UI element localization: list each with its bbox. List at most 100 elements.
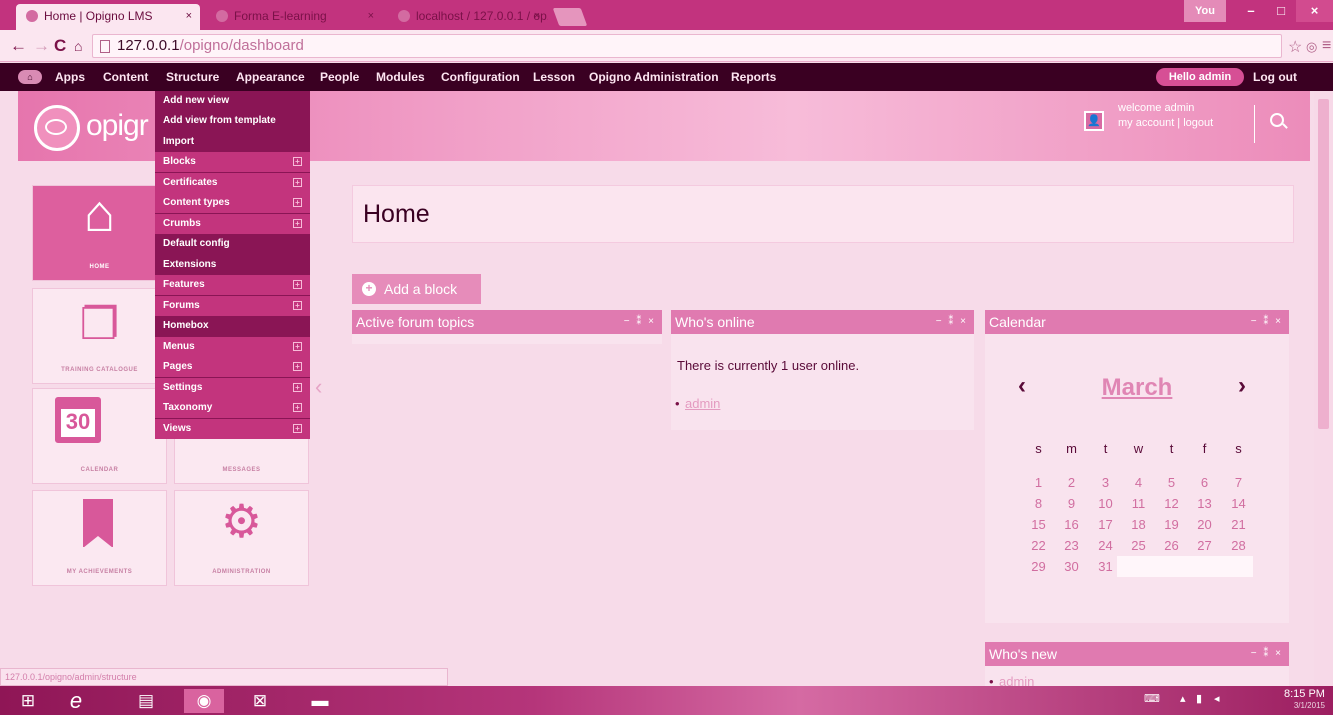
- expand-icon[interactable]: +: [293, 424, 302, 433]
- calendar-day[interactable]: 24: [1094, 535, 1117, 556]
- tile-administration[interactable]: ⚙ ADMINISTRATION: [174, 490, 309, 586]
- menu-item-blocks[interactable]: Blocks +: [155, 152, 310, 172]
- calendar-day[interactable]: 20: [1193, 514, 1216, 535]
- volume-icon[interactable]: ◂: [1214, 692, 1220, 705]
- calendar-day[interactable]: 14: [1227, 493, 1250, 514]
- scrollbar-thumb[interactable]: [1318, 99, 1329, 429]
- calendar-day[interactable]: 22: [1027, 535, 1050, 556]
- file-explorer-icon[interactable]: ▤: [126, 689, 166, 713]
- menu-item-import[interactable]: Import: [155, 132, 310, 152]
- calendar-day[interactable]: 5: [1160, 472, 1183, 493]
- menu-item-forums[interactable]: Forums +: [155, 296, 310, 316]
- bookmark-star-icon[interactable]: ☆: [1288, 37, 1302, 57]
- forward-icon[interactable]: →: [33, 36, 50, 56]
- close-window-icon[interactable]: ×: [1296, 0, 1333, 22]
- tab-forma[interactable]: Forma E-learning ×: [206, 4, 382, 30]
- tile-calendar[interactable]: 30 CALENDAR: [32, 388, 167, 484]
- calendar-day[interactable]: 21: [1227, 514, 1250, 535]
- close-tab-icon[interactable]: ×: [368, 4, 374, 28]
- logo-text[interactable]: opigr: [86, 109, 149, 143]
- calendar-day[interactable]: 29: [1027, 556, 1050, 577]
- calendar-day[interactable]: 2: [1060, 472, 1083, 493]
- expand-icon[interactable]: +: [293, 280, 302, 289]
- expand-icon[interactable]: +: [293, 178, 302, 187]
- tab-opigno[interactable]: Home | Opigno LMS ×: [16, 4, 200, 30]
- calendar-day[interactable]: 26: [1160, 535, 1183, 556]
- block-controls[interactable]: − ⁑ ×: [624, 310, 656, 334]
- page-scrollbar[interactable]: [1314, 91, 1333, 686]
- search-icon[interactable]: [1270, 113, 1284, 127]
- user-avatar-icon[interactable]: 👤: [1084, 111, 1104, 131]
- xampp-icon[interactable]: ⊠: [240, 689, 280, 713]
- calendar-day[interactable]: 13: [1193, 493, 1216, 514]
- calendar-day[interactable]: 1: [1027, 472, 1050, 493]
- menu-item-taxonomy[interactable]: Taxonomy +: [155, 398, 310, 418]
- calendar-day[interactable]: 25: [1127, 535, 1150, 556]
- reload-icon[interactable]: C: [54, 36, 66, 56]
- calendar-day[interactable]: 4: [1127, 472, 1150, 493]
- expand-icon[interactable]: +: [293, 301, 302, 310]
- calendar-day[interactable]: 10: [1094, 493, 1117, 514]
- menu-item-add-new-view[interactable]: Add new view: [155, 91, 310, 111]
- menu-item-certificates[interactable]: Certificates +: [155, 173, 310, 193]
- toolbar-people[interactable]: People: [320, 63, 359, 91]
- menu-item-pages[interactable]: Pages +: [155, 357, 310, 377]
- block-header[interactable]: Calendar − ⁑ ×: [985, 310, 1289, 334]
- expand-icon[interactable]: +: [293, 198, 302, 207]
- home-icon[interactable]: ⌂: [74, 36, 82, 56]
- menu-icon[interactable]: ≡: [1322, 37, 1331, 55]
- collapse-sidebar-icon[interactable]: ‹: [315, 374, 322, 400]
- calendar-day[interactable]: 16: [1060, 514, 1083, 535]
- network-icon[interactable]: ▮: [1196, 692, 1202, 705]
- back-icon[interactable]: ←: [10, 36, 27, 56]
- menu-item-menus[interactable]: Menus +: [155, 337, 310, 357]
- toolbar-modules[interactable]: Modules: [376, 63, 425, 91]
- toolbar-home-icon[interactable]: ⌂: [18, 70, 42, 84]
- expand-icon[interactable]: +: [293, 403, 302, 412]
- calendar-day[interactable]: 30: [1060, 556, 1083, 577]
- account-links[interactable]: my account | logout: [1118, 116, 1213, 131]
- menu-item-add-view-from-template[interactable]: Add view from template: [155, 111, 310, 131]
- hello-user-badge[interactable]: Hello admin: [1156, 68, 1244, 86]
- tile-home[interactable]: ⌂ HOME: [32, 185, 167, 281]
- system-clock[interactable]: 8:15 PM 3/1/2015: [1284, 688, 1325, 712]
- internet-explorer-icon[interactable]: e: [56, 689, 96, 713]
- block-header[interactable]: Active forum topics − ⁑ ×: [352, 310, 662, 334]
- tile-my-achievements[interactable]: MY ACHIEVEMENTS: [32, 490, 167, 586]
- block-controls[interactable]: − ⁑ ×: [1251, 310, 1283, 334]
- calendar-day[interactable]: 18: [1127, 514, 1150, 535]
- calendar-day[interactable]: 11: [1127, 493, 1150, 514]
- close-tab-icon[interactable]: ×: [534, 4, 540, 28]
- calendar-day[interactable]: 27: [1193, 535, 1216, 556]
- menu-item-content-types[interactable]: Content types +: [155, 193, 310, 213]
- expand-icon[interactable]: +: [293, 219, 302, 228]
- new-user-link[interactable]: admin: [989, 674, 1035, 686]
- url-field[interactable]: 127.0.0.1/opigno/dashboard: [92, 34, 1282, 58]
- close-tab-icon[interactable]: ×: [186, 4, 192, 28]
- toolbar-content[interactable]: Content: [103, 63, 148, 91]
- toolbar-structure[interactable]: Structure: [166, 63, 219, 91]
- block-header[interactable]: Who's new − ⁑ ×: [985, 642, 1289, 666]
- toolbar-reports[interactable]: Reports: [731, 63, 776, 91]
- menu-item-homebox[interactable]: Homebox: [155, 316, 310, 336]
- menu-item-default-config[interactable]: Default config: [155, 234, 310, 254]
- calendar-day[interactable]: 3: [1094, 472, 1117, 493]
- menu-item-views[interactable]: Views +: [155, 419, 310, 439]
- expand-icon[interactable]: +: [293, 362, 302, 371]
- calendar-prev-icon[interactable]: ‹: [1018, 372, 1026, 400]
- calendar-day[interactable]: 8: [1027, 493, 1050, 514]
- toolbar-lesson[interactable]: Lesson: [533, 63, 575, 91]
- tab-localhost[interactable]: localhost / 127.0.0.1 / op... ×: [388, 4, 548, 30]
- online-user-link[interactable]: admin: [675, 396, 721, 411]
- block-controls[interactable]: − ⁑ ×: [1251, 642, 1283, 666]
- calendar-day[interactable]: 28: [1227, 535, 1250, 556]
- calendar-day[interactable]: 7: [1227, 472, 1250, 493]
- menu-item-crumbs[interactable]: Crumbs +: [155, 214, 310, 234]
- menu-item-settings[interactable]: Settings +: [155, 378, 310, 398]
- menu-item-extensions[interactable]: Extensions: [155, 255, 310, 275]
- add-block-button[interactable]: + Add a block: [352, 274, 481, 304]
- tile-training-catalogue[interactable]: ❐ TRAINING CATALOGUE: [32, 288, 167, 384]
- toolbar-appearance[interactable]: Appearance: [236, 63, 305, 91]
- calendar-day[interactable]: 23: [1060, 535, 1083, 556]
- block-controls[interactable]: − ⁑ ×: [936, 310, 968, 334]
